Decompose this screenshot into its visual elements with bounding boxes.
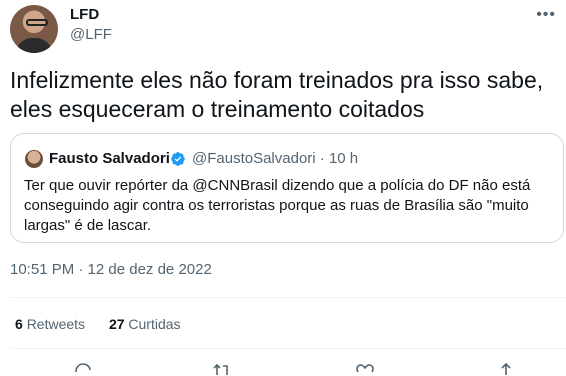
author-handle[interactable]: @LFF [70,25,112,45]
tweet-text-line-1: Infelizmente eles não foram treinados pr… [10,67,544,93]
retweets-count: 6 [15,316,23,332]
divider [10,297,566,298]
quoted-avatar[interactable] [25,150,43,168]
quoted-handle-time[interactable]: @FaustoSalvadori · 10 h [192,149,358,169]
likes-stat[interactable]: 27 Curtidas [109,314,181,334]
tweet-text-line-2: eles esqueceram o treinamento coitados [10,96,425,122]
retweets-label: Retweets [26,316,86,332]
tweet-header: LFD @LFF ••• [10,5,556,53]
verified-icon [171,152,185,166]
quoted-tweet[interactable]: Fausto Salvadori @FaustoSalvadori · 10 h… [10,133,564,243]
divider [10,348,566,349]
likes-count: 27 [108,316,125,332]
tweet-stats: 6 Retweets 27 Curtidas [15,314,195,334]
likes-label: Curtidas [128,316,181,332]
tweet-text: Infelizmente eles não foram treinados pr… [10,66,556,124]
avatar-glasses [26,19,48,26]
quoted-text: Ter que ouvir repórter da @CNNBrasil diz… [24,177,531,234]
avatar-shirt [16,38,52,53]
more-icon[interactable]: ••• [536,7,556,23]
retweets-stat[interactable]: 6 Retweets [15,314,85,334]
quoted-author-name[interactable]: Fausto Salvadori [49,149,170,169]
author-name[interactable]: LFD [70,5,99,25]
avatar[interactable] [10,5,58,53]
tweet-timestamp[interactable]: 10:51 PM · 12 de dez de 2022 [10,260,212,280]
